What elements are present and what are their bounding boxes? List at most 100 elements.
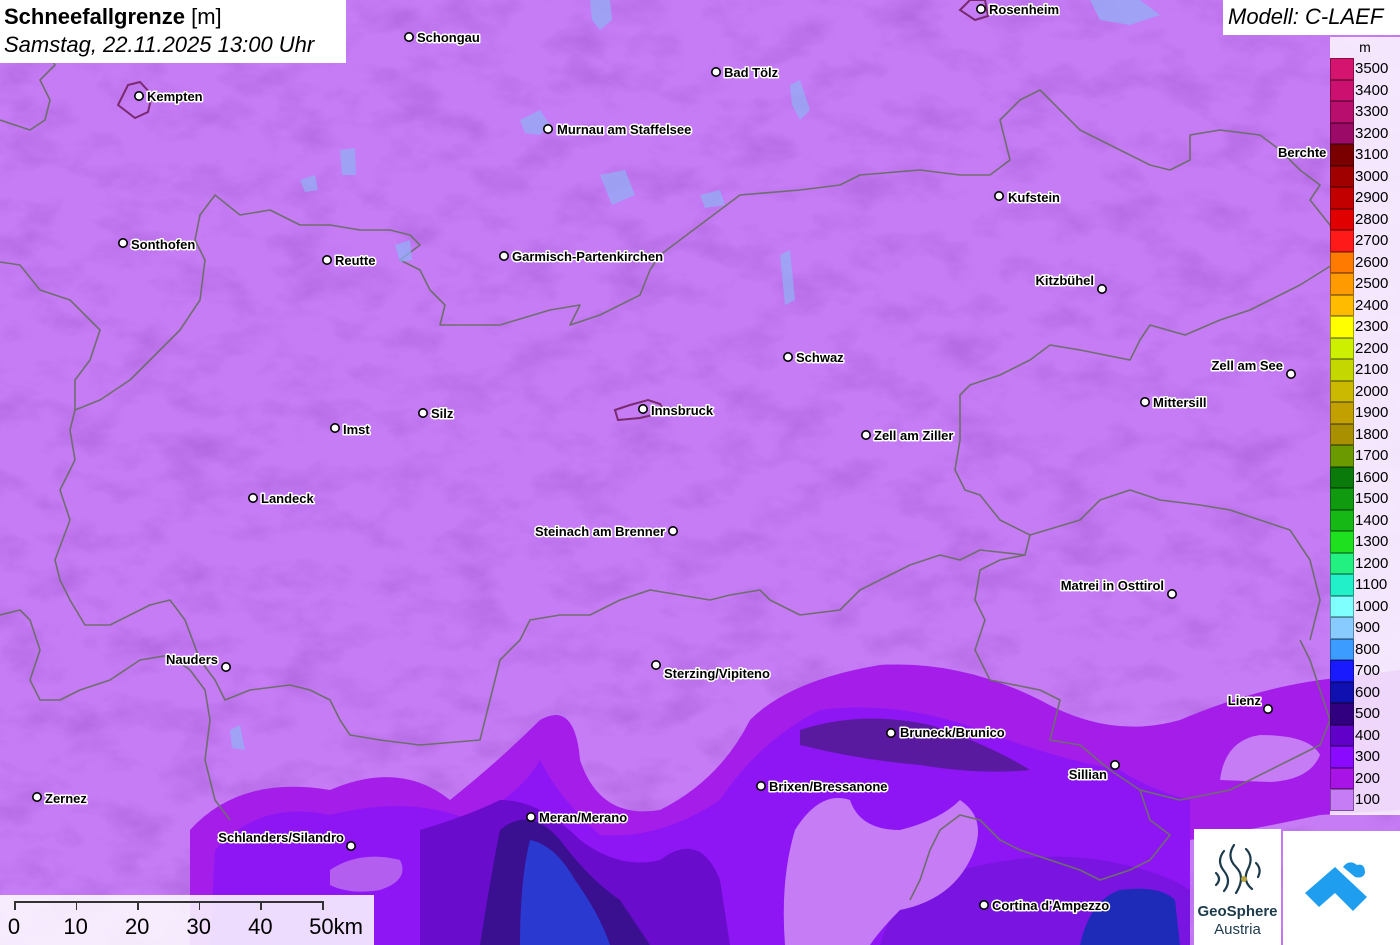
legend-swatch bbox=[1330, 294, 1354, 316]
scale-tick bbox=[198, 901, 201, 910]
city-dot bbox=[782, 351, 793, 362]
snowfall-limit-map[interactable]: Rosenheim Schongau Kempten Bad Tölz Murn… bbox=[0, 0, 1400, 945]
legend-entry: 1300 bbox=[1330, 531, 1400, 553]
city-label: Mittersill bbox=[1153, 395, 1206, 410]
legend-swatch bbox=[1330, 230, 1354, 252]
scale-label: 30 bbox=[186, 914, 212, 939]
legend-swatch bbox=[1330, 466, 1354, 488]
legend-label: 3100 bbox=[1355, 146, 1389, 163]
city-dot bbox=[1263, 703, 1274, 714]
legend-entry: 900 bbox=[1330, 617, 1400, 639]
city-dot bbox=[650, 659, 661, 670]
legend-label: 1200 bbox=[1355, 554, 1389, 572]
city-dot bbox=[710, 67, 721, 78]
city-dot bbox=[321, 255, 332, 266]
logo-name-line2: Austria bbox=[1214, 921, 1261, 938]
legend-entry: 400 bbox=[1330, 724, 1400, 746]
city-label: Imst bbox=[343, 422, 370, 437]
city-label: Murnau am Staffelsee bbox=[557, 122, 691, 137]
city-dot bbox=[993, 191, 1004, 202]
city-dot bbox=[31, 791, 42, 802]
scale-label: 0 bbox=[7, 914, 21, 939]
city-label: Silz bbox=[431, 406, 454, 421]
legend-swatch bbox=[1330, 574, 1354, 596]
city-label: Sillian bbox=[1069, 767, 1107, 782]
legend-label: 300 bbox=[1355, 748, 1381, 765]
legend-label: 2200 bbox=[1355, 339, 1389, 357]
city-dot bbox=[345, 840, 356, 851]
city-label: Zell am Ziller bbox=[874, 428, 953, 443]
legend-entry: 2900 bbox=[1330, 187, 1400, 209]
legend-label: 3000 bbox=[1355, 167, 1389, 185]
scale-line bbox=[14, 901, 322, 903]
city-dot bbox=[755, 780, 766, 791]
city-dot bbox=[1097, 283, 1108, 294]
logo-name-line1: GeoSphere bbox=[1197, 903, 1278, 920]
weather-app-icon bbox=[1305, 862, 1367, 911]
legend-swatch bbox=[1330, 423, 1354, 445]
legend-label: 2000 bbox=[1355, 382, 1389, 400]
legend-swatch bbox=[1330, 724, 1354, 746]
legend-entry: 2800 bbox=[1330, 208, 1400, 230]
city-label: Reutte bbox=[335, 253, 375, 268]
legend-entry: 600 bbox=[1330, 681, 1400, 703]
legend-entry: 1800 bbox=[1330, 423, 1400, 445]
city-dot bbox=[885, 727, 896, 738]
legend-entry: 1200 bbox=[1330, 552, 1400, 574]
city-label: Bad Tölz bbox=[724, 65, 779, 80]
app-logo[interactable] bbox=[1283, 831, 1400, 945]
legend-label: 3400 bbox=[1355, 81, 1389, 99]
city-label: Lienz bbox=[1228, 693, 1262, 708]
city-label: Berchte bbox=[1278, 145, 1326, 160]
scale-label: 50km bbox=[309, 914, 363, 939]
legend-label: 2700 bbox=[1355, 232, 1389, 249]
legend-entry: 1100 bbox=[1330, 574, 1400, 596]
city-dot bbox=[134, 91, 145, 102]
scale-label: 40 bbox=[248, 914, 273, 939]
city-rosenheim: Rosenheim bbox=[975, 1, 1061, 19]
model-label: Modell: C-LAEF bbox=[1223, 0, 1400, 35]
legend-label: 700 bbox=[1355, 662, 1381, 679]
legend-label: 1300 bbox=[1355, 533, 1389, 550]
legend-label: 3300 bbox=[1355, 103, 1389, 120]
city-dot bbox=[975, 4, 986, 14]
city-meran: Meran/Merano bbox=[525, 809, 629, 827]
legend-entry: 1400 bbox=[1330, 509, 1400, 531]
legend-swatch bbox=[1330, 638, 1354, 660]
legend-swatch bbox=[1330, 681, 1354, 703]
city-label: Schongau bbox=[417, 30, 480, 45]
legend-swatch bbox=[1330, 660, 1354, 682]
legend-entry: 3000 bbox=[1330, 165, 1400, 187]
city-label: Zell am See bbox=[1211, 358, 1283, 373]
legend-label: 1100 bbox=[1355, 576, 1388, 593]
legend-swatch bbox=[1330, 746, 1354, 768]
legend-label: 2600 bbox=[1355, 253, 1389, 271]
legend-swatch bbox=[1330, 101, 1354, 123]
city-dot bbox=[542, 124, 553, 135]
legend-label: 3200 bbox=[1355, 124, 1389, 142]
legend-entry: 700 bbox=[1330, 660, 1400, 682]
color-legend: m 3500 3400 3300 3200 3100 3000 2900 2800 2700 26… bbox=[1330, 37, 1400, 815]
city-sonthofen: Sonthofen bbox=[118, 236, 197, 254]
legend-swatch bbox=[1330, 617, 1354, 639]
city-zell-am-ziller: Zell am Ziller bbox=[860, 427, 955, 445]
city-label: Garmisch-Partenkirchen bbox=[512, 249, 663, 264]
legend-entry: 1600 bbox=[1330, 466, 1400, 488]
city-label: Schwaz bbox=[796, 350, 844, 365]
city-label: Schlanders/Silandro bbox=[218, 830, 344, 845]
legend-swatch bbox=[1330, 488, 1354, 510]
city-murnau: Murnau am Staffelsee bbox=[542, 121, 693, 139]
city-innsbruck: Innsbruck bbox=[637, 402, 715, 420]
legend-label: 1700 bbox=[1355, 447, 1389, 464]
legend-label: 2900 bbox=[1355, 189, 1389, 206]
legend-entry: 2600 bbox=[1330, 251, 1400, 273]
city-label: Sonthofen bbox=[131, 237, 195, 252]
city-berchtesgaden: Berchte bbox=[1277, 144, 1328, 162]
scale-tick bbox=[322, 901, 324, 910]
legend-label: 500 bbox=[1355, 705, 1381, 722]
legend-swatch bbox=[1330, 251, 1354, 273]
city-label: Kitzbühel bbox=[1036, 273, 1095, 288]
geosphere-logo[interactable]: GeoSphere Austria bbox=[1194, 829, 1281, 945]
city-dot bbox=[329, 422, 340, 433]
map-title-box: Schneefallgrenze [m] Samstag, 22.11.2025… bbox=[0, 0, 346, 63]
